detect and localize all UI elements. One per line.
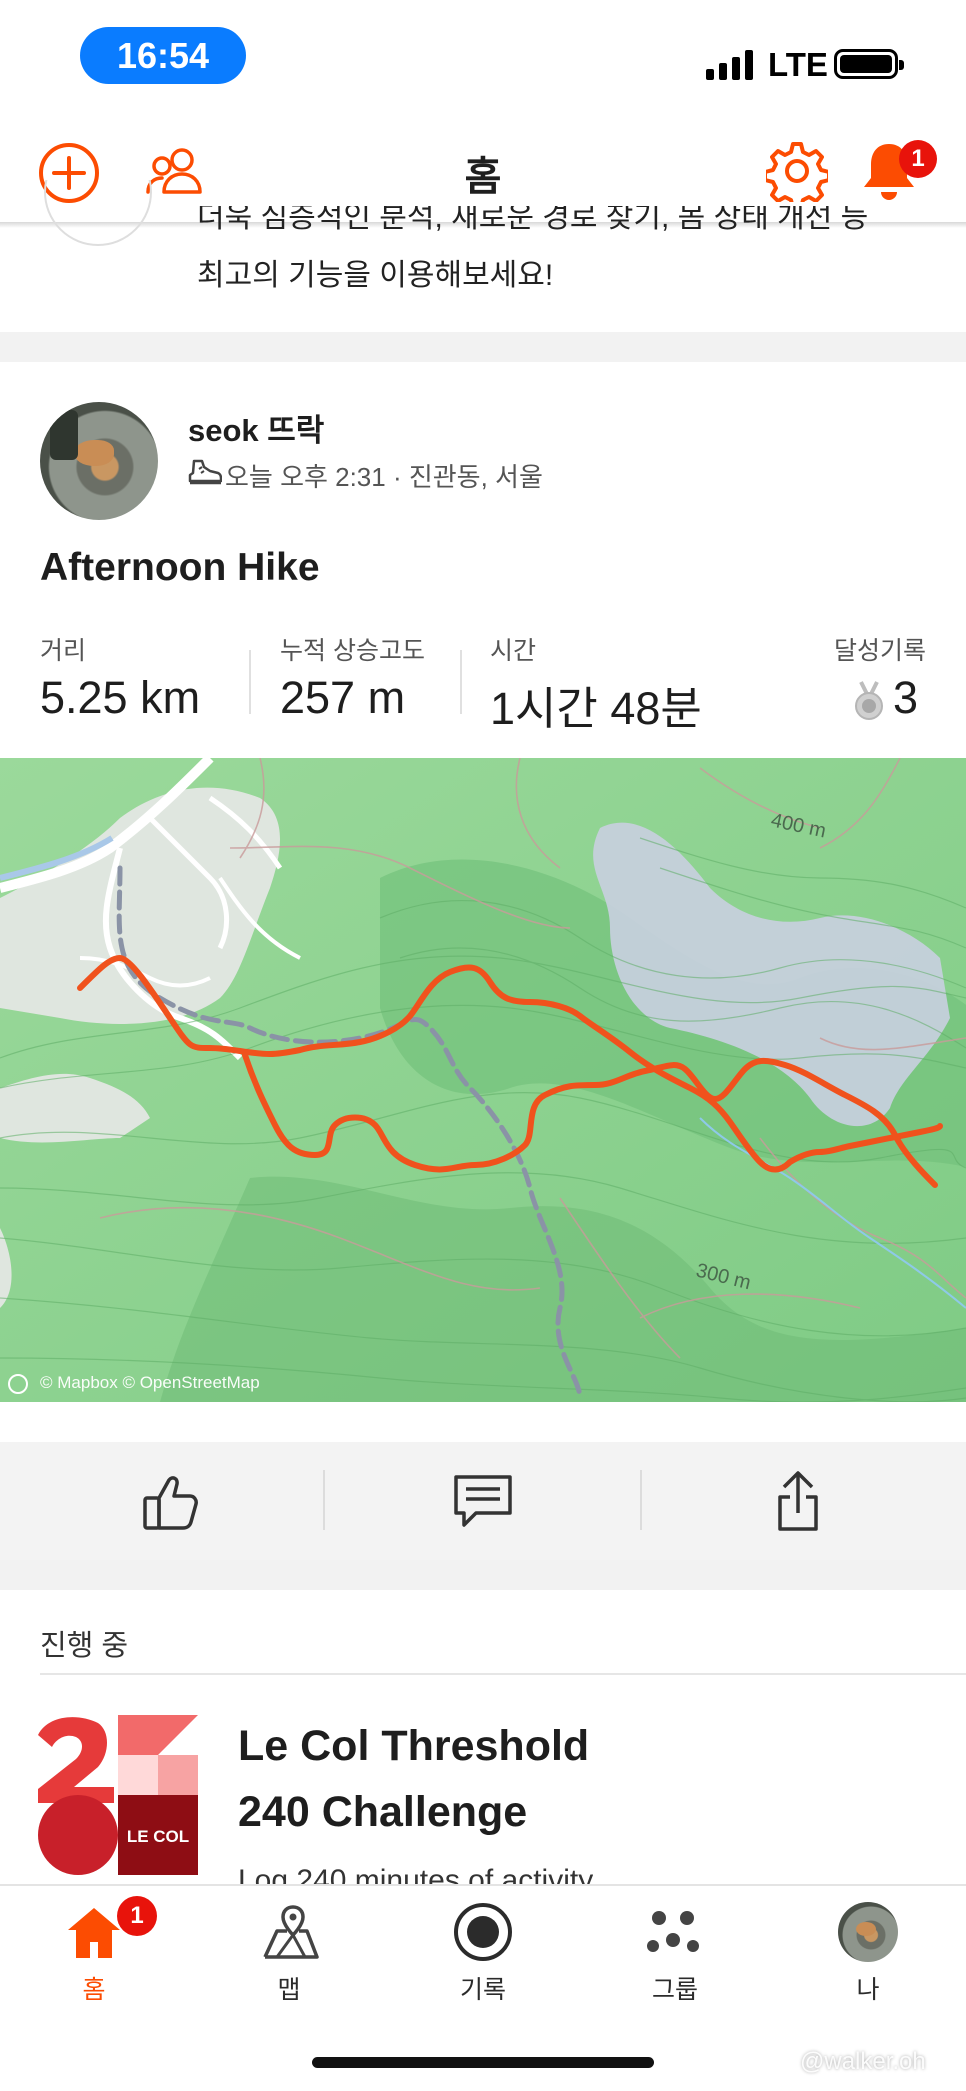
- settings-gear-icon[interactable]: [766, 140, 828, 202]
- stat-achievements-label: 달성기록: [833, 637, 926, 665]
- mapbox-logo-icon: [8, 1374, 28, 1394]
- tab-record-label[interactable]: 기록: [423, 1970, 543, 2006]
- cellular-signal-icon: [706, 50, 753, 80]
- kudos-thumbs-up-icon[interactable]: [130, 1466, 210, 1536]
- tab-home[interactable]: [64, 1904, 124, 1962]
- stat-elevation-value: 257 m: [280, 672, 406, 723]
- activity-title[interactable]: Afternoon Hike: [40, 546, 320, 590]
- feed-separator: [0, 1560, 966, 1590]
- stat-divider: [460, 650, 462, 714]
- promo-text-line2: 최고의 기능을 이용해보세요!: [197, 259, 554, 292]
- medal-icon: [853, 680, 885, 727]
- status-time: 16:54: [80, 27, 246, 84]
- challenge-badge-logo[interactable]: LE COL: [38, 1715, 198, 1875]
- athlete-name[interactable]: seok 뜨락: [188, 405, 324, 450]
- section-in-progress-label: 진행 중: [40, 1630, 129, 1662]
- action-divider: [323, 1470, 325, 1530]
- feed-separator: [0, 332, 966, 362]
- tab-record[interactable]: [450, 1900, 516, 1964]
- promo-graphic: [44, 180, 152, 248]
- tab-groups-label[interactable]: 그룹: [615, 1970, 735, 2006]
- challenge-logo-text: LE COL: [127, 1827, 189, 1846]
- battery-icon: [834, 49, 904, 79]
- activity-meta: 오늘 오후 2:31 · 진관동, 서울: [225, 462, 543, 492]
- athlete-avatar[interactable]: [40, 402, 158, 520]
- stat-achievements-value: 3: [893, 672, 919, 723]
- tab-profile-avatar[interactable]: [838, 1902, 898, 1962]
- stat-divider: [249, 650, 251, 714]
- promo-text-line1: 더욱 심층적인 분석, 새로운 경로 찾기, 몸 상태 개선 등: [197, 206, 869, 234]
- stat-time-value: 1시간 48분: [490, 683, 702, 734]
- stat-distance-label: 거리: [40, 637, 87, 665]
- share-icon[interactable]: [758, 1466, 838, 1536]
- stat-time-label: 시간: [490, 637, 537, 665]
- tab-maps-label[interactable]: 맵: [229, 1970, 349, 2006]
- tab-maps[interactable]: [256, 1902, 322, 1962]
- stat-distance-value: 5.25 km: [40, 672, 201, 723]
- record-icon: [454, 1903, 512, 1961]
- map-icon: [263, 1905, 319, 1959]
- action-divider: [640, 1470, 642, 1530]
- tab-profile-label[interactable]: 나: [808, 1970, 928, 2006]
- tab-groups[interactable]: [642, 1904, 708, 1960]
- hike-icon: [188, 457, 223, 492]
- section-divider: [40, 1673, 966, 1675]
- stat-elevation-label: 누적 상승고도: [280, 637, 425, 665]
- tab-home-label[interactable]: 홈: [34, 1970, 154, 2006]
- notification-badge: 1: [899, 140, 937, 178]
- challenge-title-line2[interactable]: 240 Challenge: [238, 1788, 527, 1837]
- challenge-subtitle: Log 240 minutes of activity: [238, 1868, 593, 1884]
- home-icon: [68, 1908, 120, 1958]
- home-indicator: [312, 2057, 654, 2068]
- map-attribution[interactable]: © Mapbox © OpenStreetMap: [40, 1373, 260, 1393]
- comment-icon[interactable]: [443, 1466, 523, 1536]
- activity-map[interactable]: 400 m 300 m © Mapbox © OpenStreetMap: [0, 758, 966, 1402]
- map-spacer: [0, 1402, 966, 1442]
- tab-home-badge: 1: [117, 1896, 157, 1936]
- challenge-title-line1[interactable]: Le Col Threshold: [238, 1722, 589, 1771]
- groups-icon: [647, 1911, 699, 1952]
- network-type: LTE: [768, 46, 828, 83]
- watermark: @walker.oh: [800, 2048, 926, 2075]
